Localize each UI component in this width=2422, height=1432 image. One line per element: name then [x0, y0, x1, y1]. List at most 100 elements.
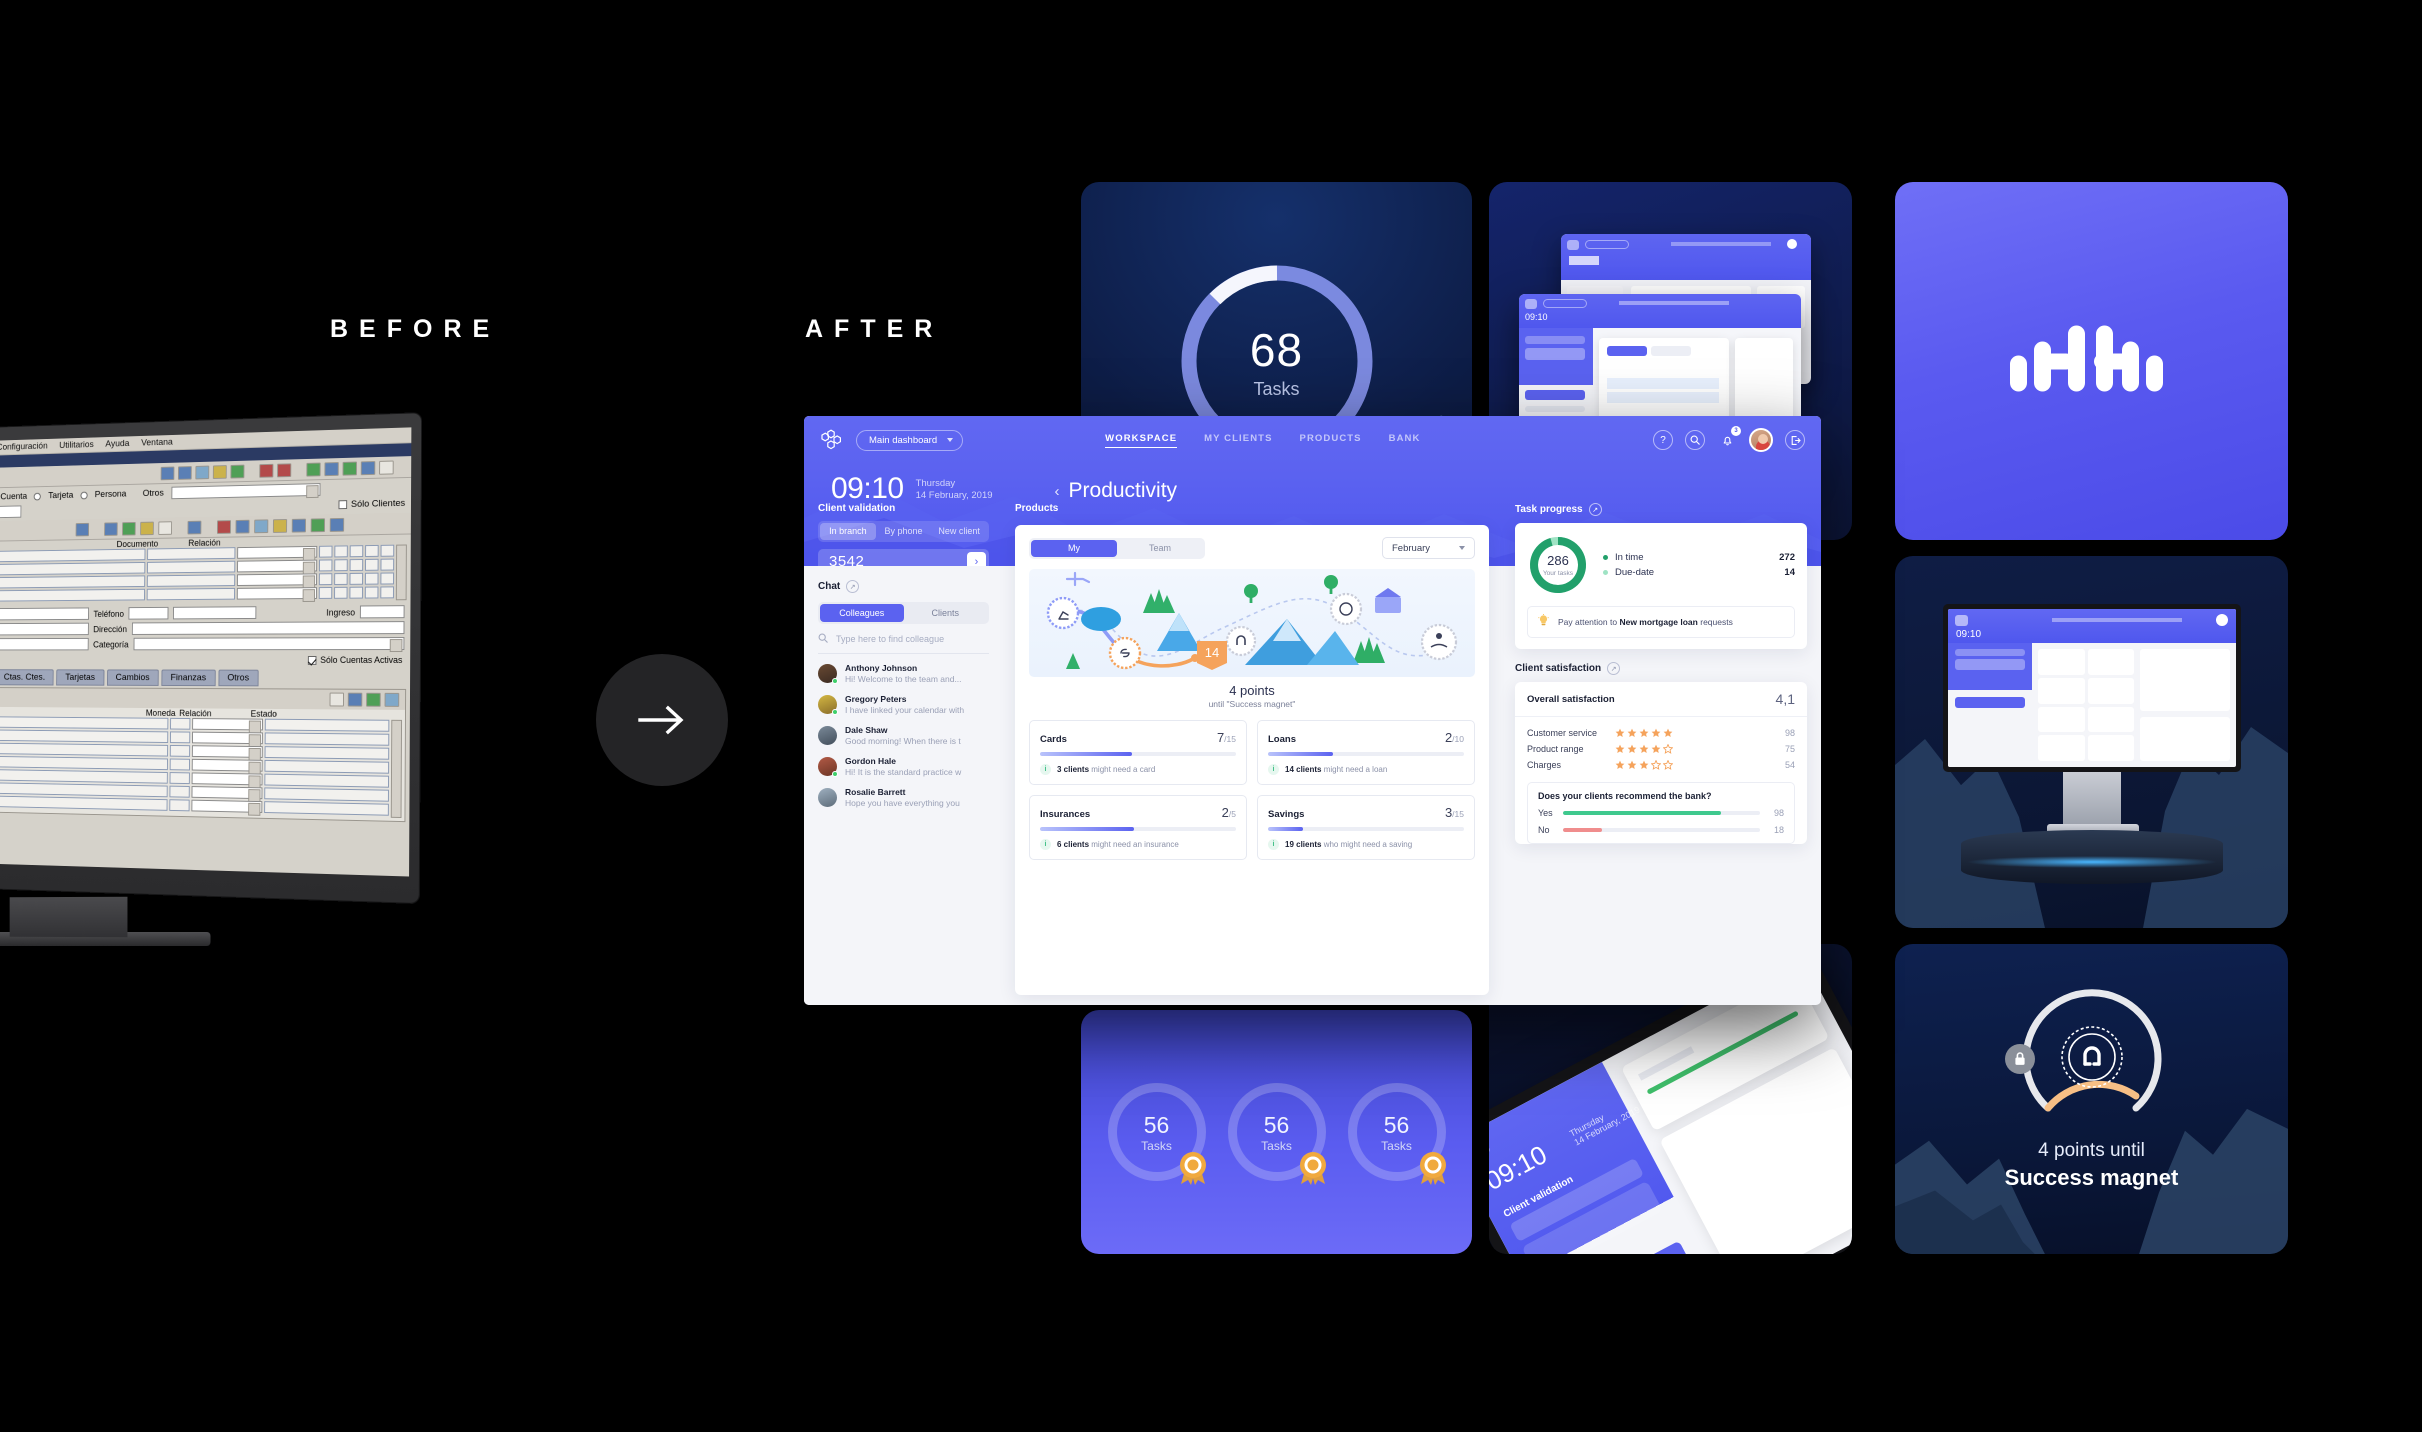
excel-icon[interactable] [342, 461, 358, 476]
list-item[interactable]: Rosalie Barrett Hope you have everything… [818, 782, 989, 813]
edit-client-icon[interactable] [291, 518, 307, 533]
product-note-bold: 6 clients [1057, 840, 1090, 849]
list-item[interactable]: Gregory Peters I have linked your calend… [818, 689, 989, 720]
view-client-icon[interactable] [104, 521, 118, 536]
detail-account-icon[interactable] [384, 692, 400, 707]
scope-tab-my[interactable]: My [1031, 539, 1117, 557]
lock-icon [2005, 1044, 2035, 1074]
product-card-loans[interactable]: Loans 2/10 i 14 clients might need a loa… [1257, 720, 1475, 785]
remove-client-icon[interactable] [216, 519, 231, 534]
report-icon[interactable] [230, 464, 245, 479]
task-hint-box[interactable]: Pay attention to New mortgage loan reque… [1527, 606, 1795, 638]
legacy-account-tabs[interactable]: Ahorros Ctas. Ctes. Tarjetas Cambios Fin… [0, 666, 410, 687]
day-label: Thursday [915, 478, 956, 489]
legacy-client-grid[interactable] [0, 544, 411, 603]
hexagon-cluster-logo[interactable] [820, 429, 842, 451]
add-user-icon[interactable] [177, 465, 192, 480]
client-validation-segments[interactable]: In branch By phone New client [818, 521, 989, 542]
menu-configuracion[interactable]: Configuración [0, 441, 48, 453]
legend-value: 272 [1779, 552, 1795, 563]
menu-ayuda[interactable]: Ayuda [105, 438, 129, 449]
product-card-savings[interactable]: Savings 3/15 i 19 clients who might need… [1257, 795, 1475, 860]
nav-bank[interactable]: BANK [1389, 433, 1421, 448]
segment-new-client[interactable]: New client [931, 523, 987, 540]
client-info-icon[interactable] [187, 520, 202, 534]
scope-tab-team[interactable]: Team [1117, 540, 1203, 557]
chat-tabs[interactable]: Colleagues Clients [818, 602, 989, 624]
list-item[interactable]: Gordon Hale Hi! It is the standard pract… [818, 751, 989, 782]
group-icon[interactable] [122, 521, 136, 536]
sum-icon[interactable] [75, 522, 90, 536]
product-card-cards[interactable]: Cards 7/15 i 3 clients might need a card [1029, 720, 1247, 785]
folder-icon[interactable] [140, 521, 154, 535]
radio-persona[interactable] [80, 491, 88, 499]
save-client-icon[interactable] [310, 517, 326, 532]
legend-label: Due-date [1615, 567, 1655, 578]
expand-arrow-icon[interactable]: ↗ [846, 580, 860, 593]
solo-cuentas-activas-checkbox[interactable] [307, 655, 317, 665]
tab-tarjetas[interactable]: Tarjetas [56, 669, 105, 686]
grid-scrollbar[interactable] [395, 544, 407, 601]
expand-arrow-icon[interactable]: ↗ [1588, 503, 1602, 516]
logout-icon[interactable] [1785, 430, 1805, 450]
rosette-medal-icon [1296, 1146, 1330, 1191]
chat-search[interactable]: Type here to find colleague [818, 633, 989, 654]
search-account-icon[interactable] [347, 692, 363, 707]
history-client-icon[interactable] [254, 518, 269, 533]
otros-combo[interactable] [170, 483, 321, 500]
export-icon[interactable] [306, 462, 321, 477]
alert-client-icon[interactable] [235, 519, 250, 534]
money-account-icon[interactable] [366, 692, 381, 707]
svg-text:Your tasks: Your tasks [1543, 570, 1574, 577]
tab-ctas-ctes[interactable]: Ctas. Ctes. [0, 669, 54, 686]
hint-bold: New mortgage loan [1619, 617, 1698, 627]
menu-utilitarios[interactable]: Utilitarios [59, 439, 94, 450]
filter-client-icon[interactable] [272, 518, 288, 533]
chat-message: Hi! It is the standard practice w [845, 767, 962, 777]
refresh-icon[interactable] [195, 465, 210, 479]
list-item[interactable]: Anthony Johnson Hi! Welcome to the team … [818, 658, 989, 689]
delete-icon[interactable] [259, 463, 274, 478]
workspace-dropdown[interactable]: Main dashboard [856, 429, 964, 451]
search-icon[interactable] [1685, 430, 1705, 450]
product-name: Insurances [1040, 809, 1091, 820]
bell-icon[interactable]: 3 [1717, 426, 1741, 450]
nombre-input[interactable] [0, 505, 22, 520]
nav-products[interactable]: PRODUCTS [1300, 433, 1362, 448]
chevron-left-icon[interactable]: ‹ [1055, 483, 1060, 500]
copy-client-icon[interactable] [329, 517, 345, 532]
accounts-scrollbar[interactable] [390, 719, 403, 819]
info-icon: i [1268, 839, 1279, 850]
products-scope-tabs[interactable]: My Team [1029, 537, 1205, 559]
help-icon[interactable]: ? [1653, 430, 1673, 450]
word-icon[interactable] [360, 460, 376, 475]
mail-icon[interactable] [324, 461, 339, 476]
currency-icon[interactable] [277, 462, 292, 477]
chat-tab-colleagues[interactable]: Colleagues [820, 604, 904, 622]
journey-nodes: 14 [1046, 592, 1458, 670]
tab-cambios[interactable]: Cambios [106, 669, 159, 686]
tab-finanzas[interactable]: Finanzas [161, 669, 216, 687]
dashboard-topbar: Main dashboard WORKSPACE MY CLIENTS PROD… [804, 416, 1821, 464]
nav-my-clients[interactable]: MY CLIENTS [1204, 433, 1272, 448]
avatar[interactable] [1749, 428, 1773, 452]
segment-by-phone[interactable]: By phone [876, 523, 932, 540]
list-item[interactable]: Dale Shaw Good morning! When there is t [818, 720, 989, 751]
find-icon[interactable] [160, 466, 175, 480]
nav-workspace[interactable]: WORKSPACE [1105, 433, 1178, 448]
tab-otros[interactable]: Otros [218, 669, 259, 687]
expand-arrow-icon[interactable]: ↗ [1607, 662, 1621, 675]
month-dropdown[interactable]: February [1382, 537, 1475, 559]
label-otros: Otros [142, 487, 164, 499]
segment-in-branch[interactable]: In branch [820, 523, 876, 540]
solo-clientes-checkbox[interactable] [338, 500, 348, 510]
radio-tarjeta[interactable] [34, 492, 42, 500]
chat-tab-clients[interactable]: Clients [904, 604, 988, 622]
menu-ventana[interactable]: Ventana [141, 437, 173, 448]
new-account-icon[interactable] [329, 692, 345, 707]
id-card-icon[interactable] [158, 520, 173, 535]
filter-icon[interactable] [212, 464, 227, 479]
print-icon[interactable] [379, 460, 394, 475]
satisfaction-rows: Customer service 98 Product range 75 Cha… [1515, 717, 1807, 775]
product-card-insurances[interactable]: Insurances 2/5 i 6 clients might need an… [1029, 795, 1247, 860]
